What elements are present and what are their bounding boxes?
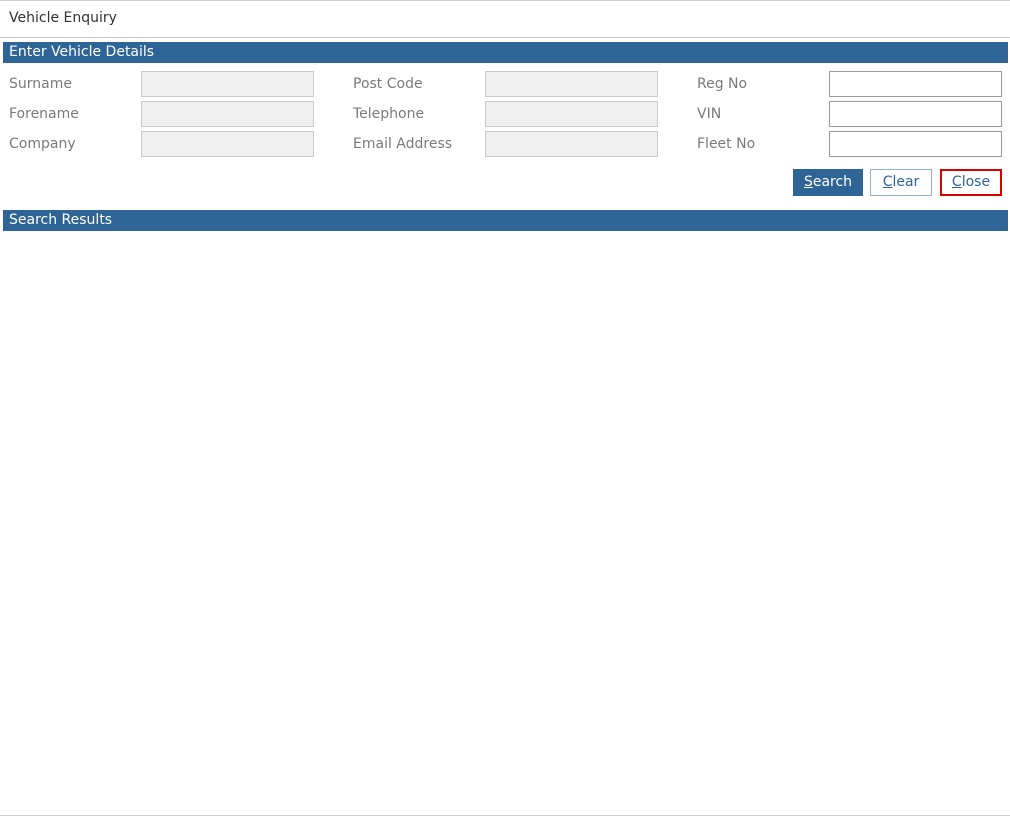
search-accesskey: S bbox=[803, 174, 813, 190]
vin-field[interactable] bbox=[829, 101, 1002, 127]
telephone-label: Telephone bbox=[353, 106, 425, 122]
fleet-no-label: Fleet No bbox=[697, 136, 756, 152]
close-button[interactable]: Close bbox=[940, 169, 1002, 196]
surname-label: Surname bbox=[9, 76, 72, 92]
close-accesskey: C bbox=[951, 174, 962, 190]
fleet-no-field[interactable] bbox=[829, 131, 1002, 157]
window-title: Vehicle Enquiry bbox=[9, 10, 117, 26]
search-button[interactable]: Search bbox=[793, 169, 863, 196]
clear-label-rest: lear bbox=[892, 174, 920, 190]
company-field[interactable] bbox=[141, 131, 314, 157]
post-code-label: Post Code bbox=[353, 76, 423, 92]
enter-vehicle-details-header: Enter Vehicle Details bbox=[3, 42, 1008, 63]
company-label: Company bbox=[9, 136, 76, 152]
search-label-rest: earch bbox=[812, 174, 853, 190]
telephone-field[interactable] bbox=[485, 101, 658, 127]
forename-field[interactable] bbox=[141, 101, 314, 127]
search-results-header: Search Results bbox=[3, 210, 1008, 231]
vehicle-enquiry-window: Vehicle Enquiry Enter Vehicle Details Su… bbox=[0, 0, 1010, 816]
vin-label: VIN bbox=[697, 106, 722, 122]
forename-label: Forename bbox=[9, 106, 79, 122]
clear-button[interactable]: Clear bbox=[870, 169, 932, 196]
clear-accesskey: C bbox=[882, 174, 893, 190]
reg-no-field[interactable] bbox=[829, 71, 1002, 97]
reg-no-label: Reg No bbox=[697, 76, 748, 92]
search-results-area bbox=[3, 232, 1008, 812]
title-bar: Vehicle Enquiry bbox=[0, 1, 1010, 38]
email-address-label: Email Address bbox=[353, 136, 453, 152]
close-label-rest: lose bbox=[961, 174, 991, 190]
post-code-field[interactable] bbox=[485, 71, 658, 97]
surname-field[interactable] bbox=[141, 71, 314, 97]
email-address-field[interactable] bbox=[485, 131, 658, 157]
